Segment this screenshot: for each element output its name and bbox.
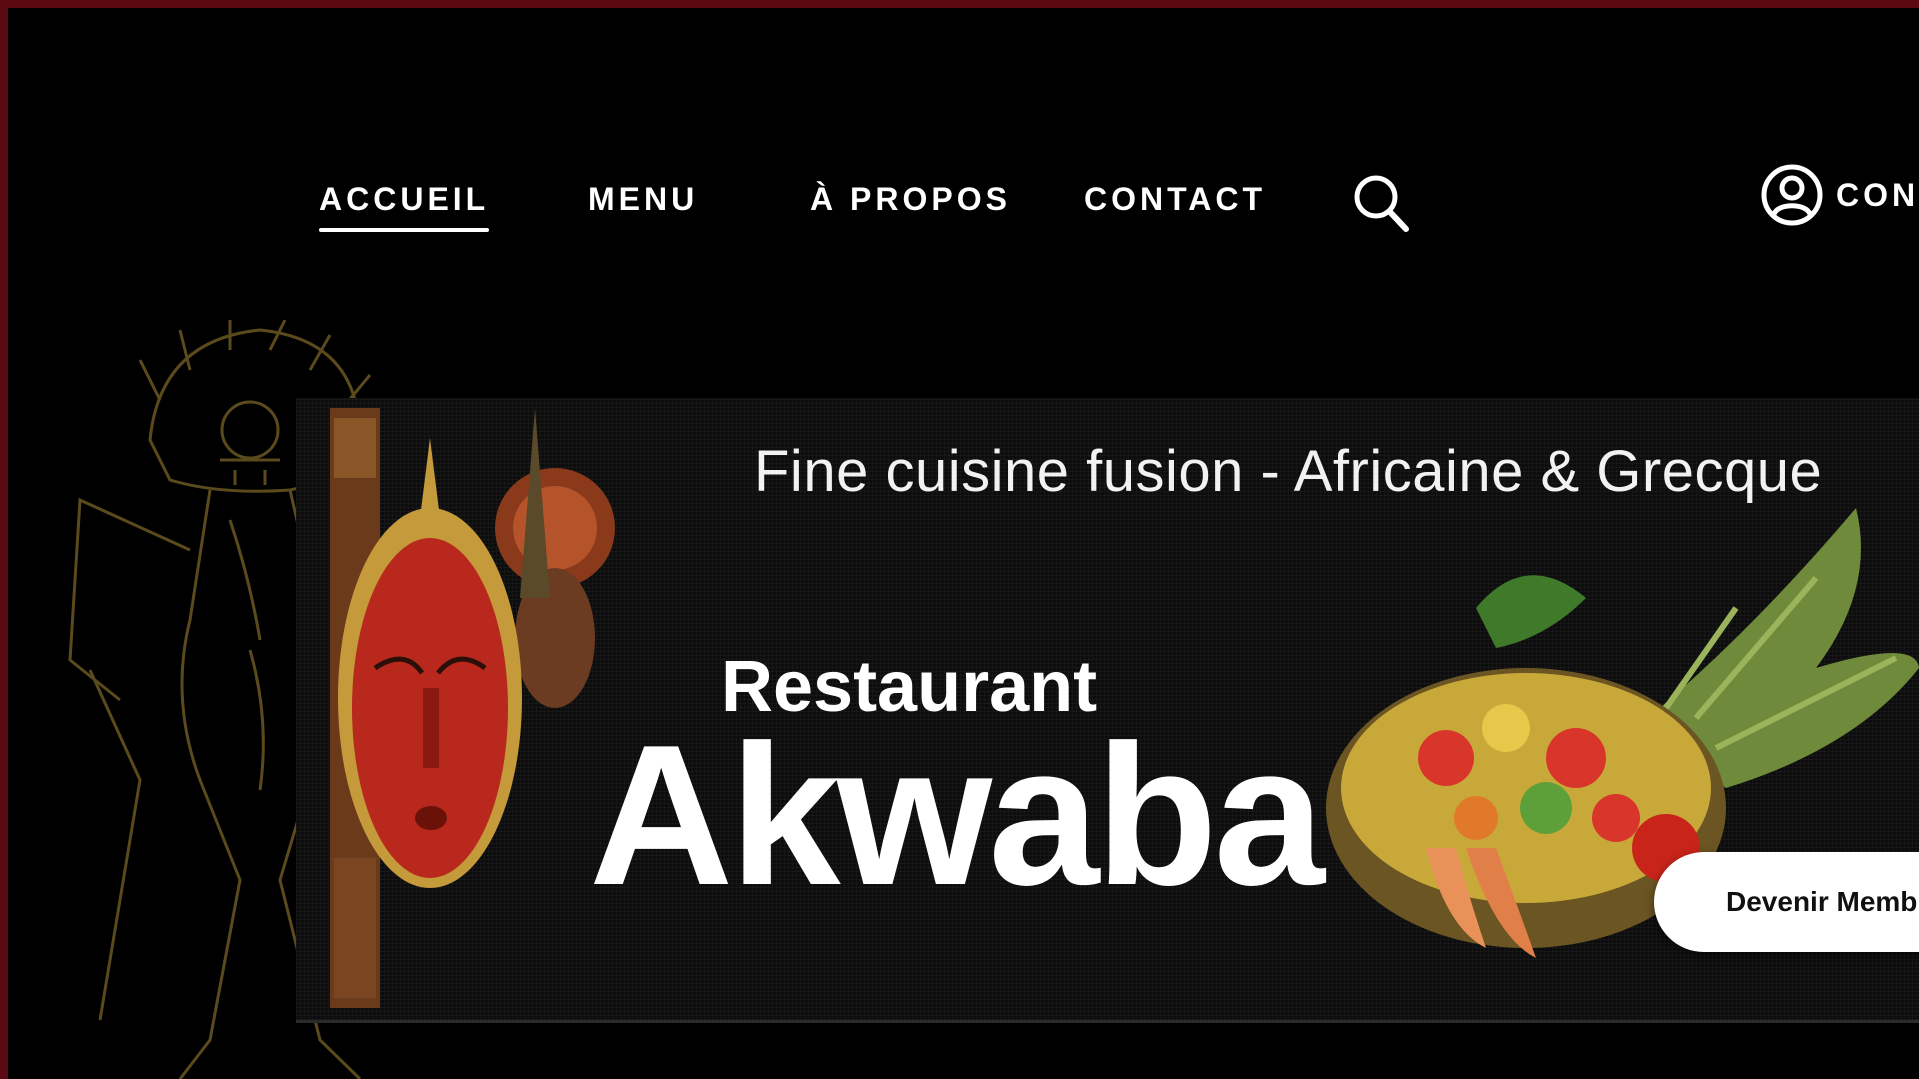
frame-top-border — [0, 0, 1919, 8]
nav-item-menu[interactable]: MENU — [588, 181, 698, 218]
become-member-button[interactable]: Devenir Memb — [1654, 852, 1919, 952]
brand-title: Akwaba — [589, 704, 1325, 927]
nav-item-contact[interactable]: CONTACT — [1084, 181, 1266, 218]
login-link[interactable]: CONI — [1760, 163, 1919, 227]
user-circle-icon — [1761, 164, 1823, 226]
search-icon[interactable] — [1352, 173, 1410, 233]
become-member-label: Devenir Memb — [1726, 886, 1918, 917]
nav-item-a-propos[interactable]: À PROPOS — [810, 181, 1011, 218]
frame-left-border — [0, 0, 8, 1079]
login-label: CONI — [1836, 176, 1919, 213]
nav-item-accueil[interactable]: ACCUEIL — [319, 181, 490, 232]
